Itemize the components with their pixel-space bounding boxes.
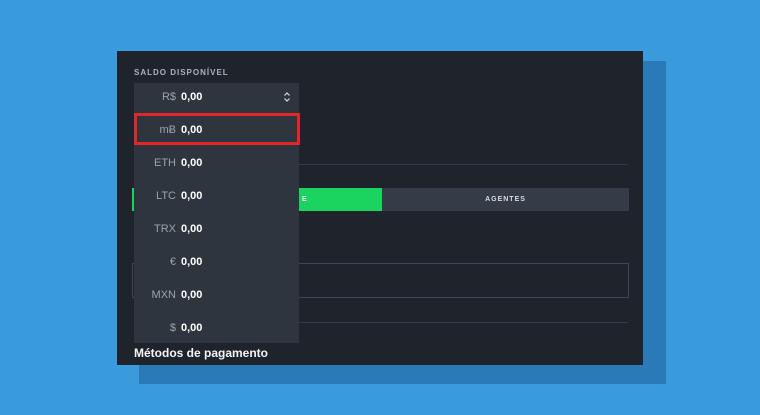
balance-label: SALDO DISPONÍVEL (134, 68, 229, 77)
option-amount: 0,00 (181, 189, 203, 202)
option-amount: 0,00 (181, 156, 203, 169)
option-amount: 0,00 (181, 255, 203, 268)
option-amount: 0,00 (181, 222, 203, 235)
tab-agents[interactable]: AGENTES (382, 188, 629, 211)
payment-methods-title: Métodos de pagamento (134, 346, 269, 360)
dropdown-option-trx[interactable]: TRX 0,00 (134, 212, 299, 245)
selected-amount: 0,00 (181, 91, 203, 103)
dropdown-option-usd[interactable]: $ 0,00 (134, 311, 299, 344)
option-currency: MXN (151, 288, 176, 301)
tab-agents-label: AGENTES (485, 196, 526, 203)
tab-active-label: E (302, 196, 308, 203)
currency-select[interactable]: R$ 0,00 (134, 83, 299, 111)
option-currency: TRX (154, 222, 176, 235)
highlight-box (134, 113, 300, 145)
option-currency: $ (169, 321, 176, 334)
divider (299, 322, 628, 323)
dropdown-option-eth[interactable]: ETH 0,00 (134, 146, 299, 179)
divider (299, 164, 628, 165)
dropdown-option-ltc[interactable]: LTC 0,00 (134, 179, 299, 212)
option-currency: LTC (156, 189, 176, 202)
selected-currency: R$ (161, 91, 176, 103)
currency-dropdown: mɃ 0,00 ETH 0,00 LTC 0,00 TRX 0,00 € 0,0… (134, 111, 299, 343)
dropdown-option-eur[interactable]: € 0,00 (134, 245, 299, 278)
option-currency: ETH (154, 156, 176, 169)
dropdown-option-mxn[interactable]: MXN 0,00 (134, 278, 299, 311)
option-currency: € (169, 255, 176, 268)
chevron-up-down-icon (284, 92, 290, 102)
option-amount: 0,00 (181, 288, 203, 301)
option-amount: 0,00 (181, 321, 203, 334)
wallet-panel: SALDO DISPONÍVEL E AGENTES Métodos de pa… (117, 51, 643, 365)
